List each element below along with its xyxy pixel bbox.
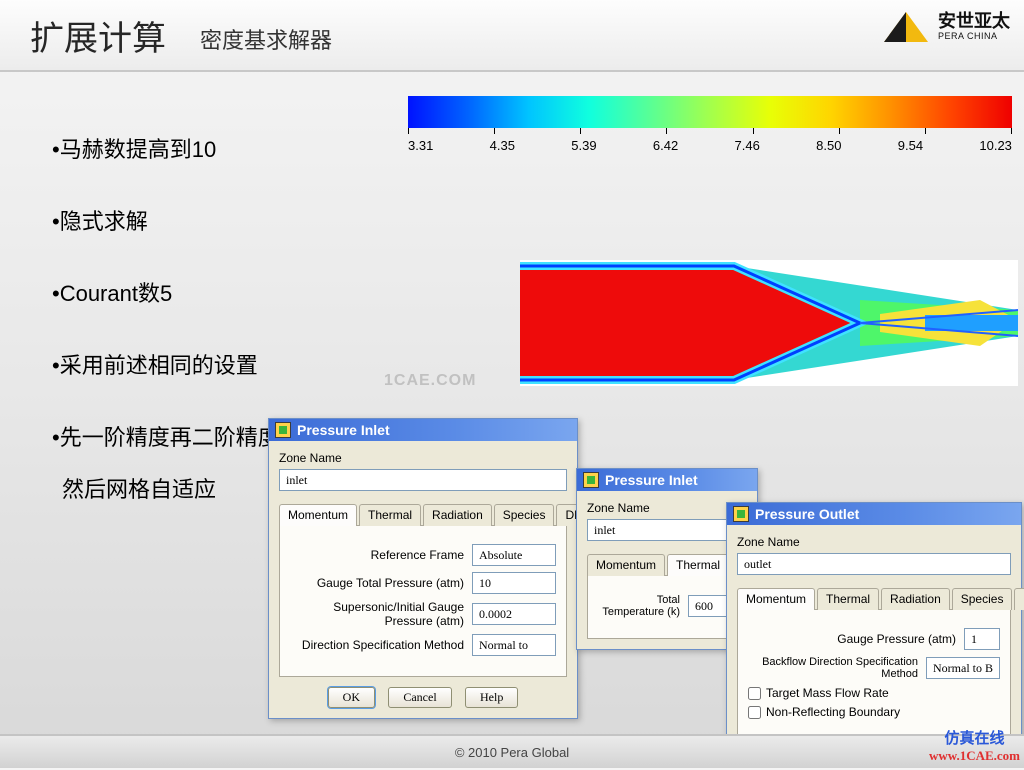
scale-label: 4.35	[490, 138, 515, 153]
tab-thermal[interactable]: Thermal	[817, 588, 879, 610]
ok-button[interactable]: OK	[328, 687, 375, 708]
dialog-titlebar[interactable]: Pressure Outlet	[727, 503, 1021, 525]
watermark: 1CAE.COM	[384, 372, 476, 390]
pressure-outlet-dialog: Pressure Outlet Zone Name Momentum Therm…	[726, 502, 1022, 750]
tab-dpm[interactable]: DPM	[1014, 588, 1024, 610]
tab-species[interactable]: Species	[494, 504, 555, 526]
bullet-list: •马赫数提高到10 •隐式求解 •Courant数5 •采用前述相同的设置 •先…	[52, 132, 280, 544]
scale-label: 10.23	[979, 138, 1012, 153]
tab-bar: Momentum Thermal Radiati	[587, 553, 747, 576]
backflow-direction-input[interactable]	[926, 657, 1000, 679]
tab-momentum[interactable]: Momentum	[587, 554, 665, 576]
direction-method-label: Direction Specification Method	[290, 638, 464, 652]
badge-cn: 仿真在线	[929, 730, 1020, 748]
zone-name-input[interactable]	[587, 519, 747, 541]
tab-thermal[interactable]: Thermal	[359, 504, 421, 526]
tab-momentum[interactable]: Momentum	[737, 588, 815, 610]
bullet-item: •采用前述相同的设置	[52, 348, 280, 380]
scale-label: 9.54	[898, 138, 923, 153]
tab-radiation[interactable]: Radiation	[881, 588, 950, 610]
dialog-title: Pressure Inlet	[297, 422, 390, 438]
scale-label: 8.50	[816, 138, 841, 153]
dialog-titlebar[interactable]: Pressure Inlet	[269, 419, 577, 441]
tab-species[interactable]: Species	[952, 588, 1013, 610]
color-scale: 3.31 4.35 5.39 6.42 7.46 8.50 9.54 10.23	[408, 96, 1012, 153]
gauge-total-pressure-input[interactable]	[472, 572, 556, 594]
tab-radiation[interactable]: Radiation	[423, 504, 492, 526]
target-mass-flow-label: Target Mass Flow Rate	[766, 686, 889, 700]
supersonic-pressure-input[interactable]	[472, 603, 556, 625]
reference-frame-input[interactable]	[472, 544, 556, 566]
company-logo: 安世亚太 PERA CHINA	[882, 10, 1010, 44]
bullet-item: •Courant数5	[52, 276, 280, 308]
logo-triangle-icon	[882, 10, 930, 44]
bullet-item: •先一阶精度再二阶精度	[52, 420, 280, 452]
dialog-titlebar[interactable]: Pressure Inlet	[577, 469, 757, 491]
non-reflecting-checkbox[interactable]	[748, 706, 761, 719]
site-badge: 仿真在线 www.1CAE.com	[929, 730, 1020, 764]
bullet-cont: 然后网格自适应	[62, 472, 280, 504]
cancel-button[interactable]: Cancel	[388, 687, 451, 708]
dialog-icon	[733, 506, 749, 522]
tab-bar: Momentum Thermal Radiation Species DPM	[737, 587, 1011, 610]
slide-title-bar: 扩展计算 密度基求解器	[0, 0, 1024, 72]
supersonic-pressure-label: Supersonic/Initial Gauge Pressure (atm)	[290, 600, 464, 628]
pressure-inlet-dialog-momentum: Pressure Inlet Zone Name Momentum Therma…	[268, 418, 578, 719]
target-mass-flow-checkbox[interactable]	[748, 687, 761, 700]
zone-name-label: Zone Name	[279, 451, 567, 465]
title-main: 扩展计算	[30, 11, 166, 60]
badge-url: www.1CAE.com	[929, 748, 1020, 764]
dialog-title: Pressure Outlet	[755, 506, 859, 522]
non-reflecting-label: Non-Reflecting Boundary	[766, 705, 900, 719]
footer: © 2010 Pera Global	[0, 734, 1024, 768]
scale-label: 5.39	[571, 138, 596, 153]
scale-label: 7.46	[735, 138, 760, 153]
help-button[interactable]: Help	[465, 687, 518, 708]
dialog-title: Pressure Inlet	[605, 472, 698, 488]
gauge-pressure-input[interactable]	[964, 628, 1000, 650]
gauge-pressure-label: Gauge Pressure (atm)	[748, 632, 956, 646]
tab-bar: Momentum Thermal Radiation Species DPM	[279, 503, 567, 526]
dialog-icon	[583, 472, 599, 488]
logo-text-en: PERA CHINA	[938, 32, 1010, 42]
backflow-direction-label: Backflow Direction Specification Method	[748, 656, 918, 680]
tab-momentum[interactable]: Momentum	[279, 504, 357, 526]
total-temperature-label: Total Temperature (k)	[598, 594, 680, 618]
scale-label: 6.42	[653, 138, 678, 153]
dialog-icon	[275, 422, 291, 438]
reference-frame-label: Reference Frame	[290, 548, 464, 562]
zone-name-label: Zone Name	[737, 535, 1011, 549]
logo-text-cn: 安世亚太	[938, 11, 1010, 31]
title-sub: 密度基求解器	[200, 23, 332, 55]
gauge-total-pressure-label: Gauge Total Pressure (atm)	[290, 576, 464, 590]
zone-name-input[interactable]	[279, 469, 567, 491]
direction-method-input[interactable]	[472, 634, 556, 656]
copyright: © 2010 Pera Global	[455, 745, 569, 760]
cfd-contour-plot	[520, 260, 1018, 386]
zone-name-input[interactable]	[737, 553, 1011, 575]
bullet-item: •隐式求解	[52, 204, 280, 236]
scale-label: 3.31	[408, 138, 433, 153]
tab-thermal[interactable]: Thermal	[667, 554, 729, 576]
zone-name-label: Zone Name	[587, 501, 747, 515]
bullet-item: •马赫数提高到10	[52, 132, 280, 164]
